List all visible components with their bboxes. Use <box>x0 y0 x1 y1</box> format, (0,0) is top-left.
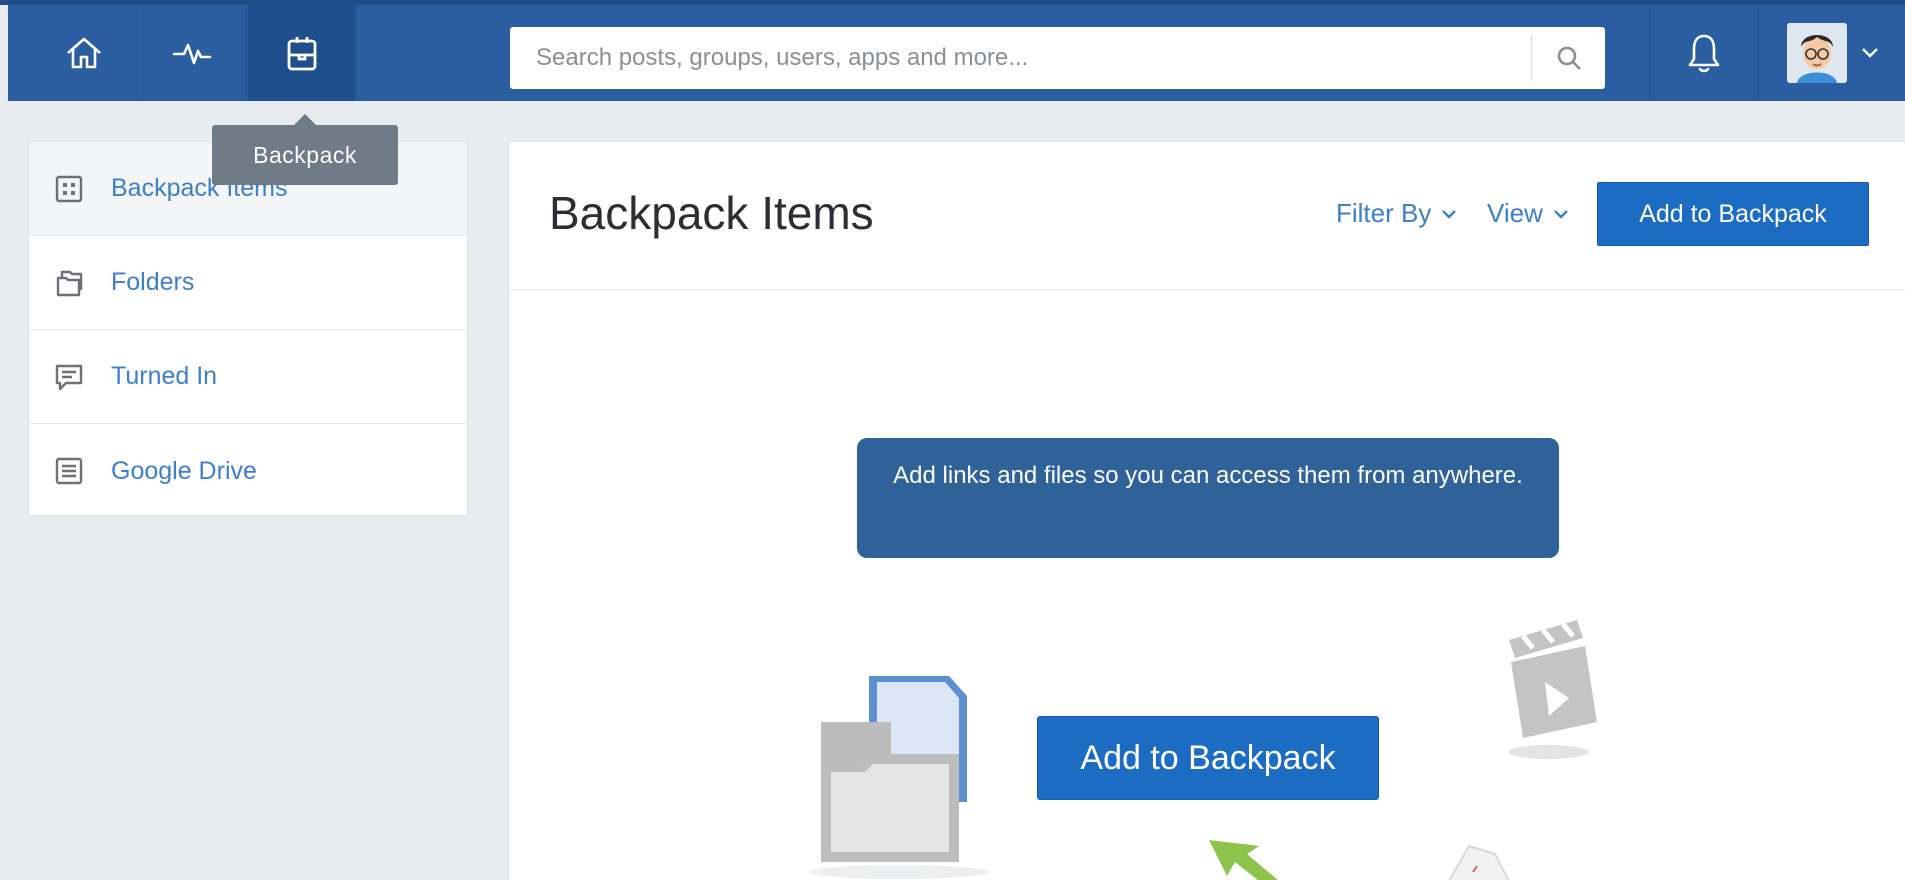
main-header: Backpack Items Filter By View Add to Bac… <box>509 142 1905 290</box>
video-illustration <box>1509 620 1597 759</box>
sidebar-item-label: Google Drive <box>111 456 257 485</box>
view-label: View <box>1487 198 1543 228</box>
sidebar-item-folders[interactable]: Folders <box>29 236 467 330</box>
folder-illustration <box>809 676 989 879</box>
activity-icon <box>172 43 211 65</box>
profile-menu[interactable] <box>1760 5 1905 101</box>
backpack-tooltip: Backpack <box>212 114 398 185</box>
filter-by-dropdown[interactable]: Filter By <box>1336 198 1457 229</box>
nav-home-button[interactable] <box>30 5 138 101</box>
sidebar-item-label: Folders <box>111 268 195 296</box>
top-navigation-bar <box>0 0 1905 101</box>
notifications-button[interactable] <box>1650 5 1758 101</box>
sidebar-item-turned-in[interactable]: Turned In <box>29 330 467 424</box>
filter-by-label: Filter By <box>1336 198 1432 228</box>
link-illustration <box>1209 840 1278 880</box>
left-edge <box>0 5 8 101</box>
chevron-down-icon <box>1442 209 1457 219</box>
view-dropdown[interactable]: View <box>1487 198 1569 229</box>
empty-state-message: Add links and files so you can access th… <box>857 438 1559 558</box>
comment-icon <box>47 362 91 392</box>
folders-icon <box>47 267 91 299</box>
bell-icon <box>1688 34 1720 73</box>
search-icon <box>1557 46 1581 70</box>
chevron-down-icon <box>1862 48 1878 58</box>
document-icon <box>47 456 91 486</box>
page-title: Backpack Items <box>549 187 874 239</box>
nav-activity-button[interactable] <box>138 5 246 101</box>
home-icon <box>66 37 101 69</box>
document-illustration <box>1448 844 1510 880</box>
search-button[interactable] <box>1531 35 1605 81</box>
sidebar: Backpack Items Folders Turned In Google … <box>28 141 468 516</box>
backpack-icon <box>287 37 316 71</box>
add-to-backpack-large-button[interactable]: Add to Backpack <box>1037 716 1379 800</box>
search-input[interactable] <box>510 27 1531 89</box>
nav-backpack-button[interactable] <box>248 5 356 101</box>
search-bar <box>510 27 1605 89</box>
chevron-down-icon <box>1554 209 1568 219</box>
main-panel: Backpack Items Filter By View Add to Bac… <box>508 141 1905 880</box>
sidebar-item-label: Turned In <box>111 362 218 390</box>
sidebar-item-google-drive[interactable]: Google Drive <box>29 424 467 518</box>
add-to-backpack-button[interactable]: Add to Backpack <box>1597 182 1869 246</box>
user-avatar[interactable] <box>1787 23 1847 83</box>
grid-icon <box>47 174 91 204</box>
